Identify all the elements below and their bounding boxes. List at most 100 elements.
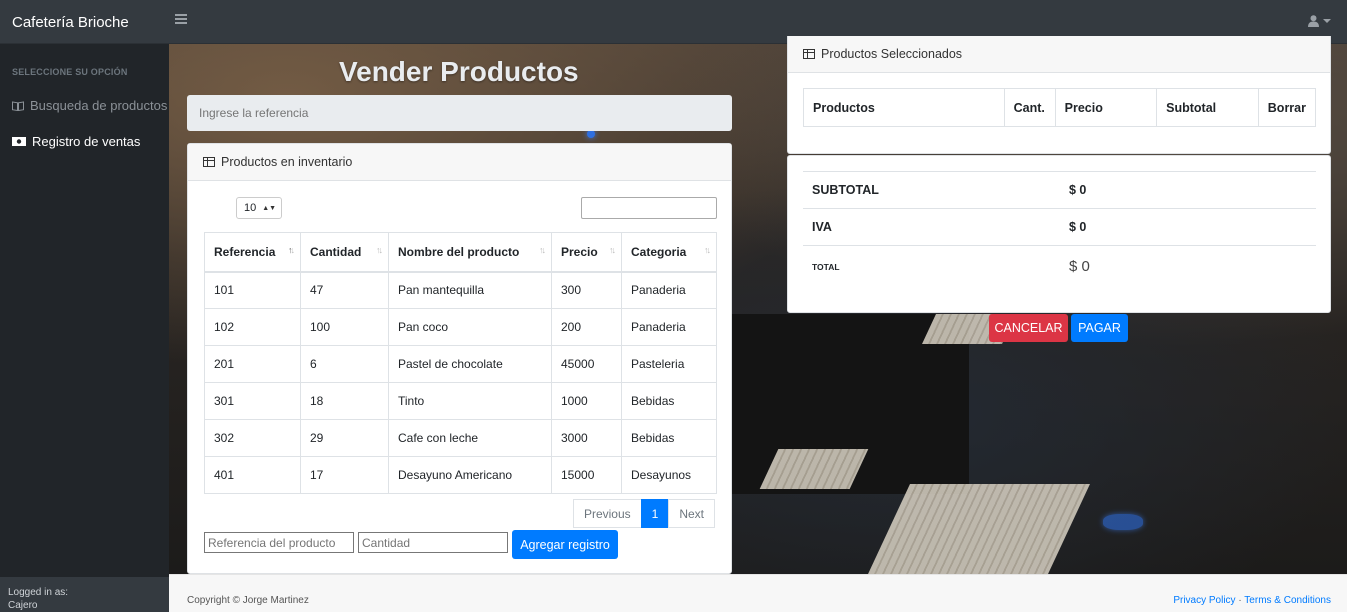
sort-icon: ↑↓ [704,245,711,255]
column-header-borrar: Borrar [1257,88,1317,127]
cell-nombre: Desayuno Americano [388,456,552,494]
logged-in-label: Logged in as: [8,587,69,598]
product-reference-input[interactable] [204,532,354,553]
subtotal-label: SUBTOTAL [812,183,879,197]
cell-referencia: 101 [204,271,301,309]
inventory-card-header: Productos en inventario [188,144,731,181]
cell-nombre: Pan coco [388,308,552,346]
background-menu-paper [868,484,1090,574]
cell-nombre: Tinto [388,382,552,420]
footer-links: Privacy Policy · Terms & Conditions [1173,595,1331,606]
cell-cantidad: 18 [300,382,389,420]
pay-button[interactable]: PAGAR [1071,314,1128,342]
table-row[interactable]: 101 47 Pan mantequilla 300 Panaderia [204,271,717,309]
cell-cantidad: 100 [300,308,389,346]
total-value: $ 0 [1069,258,1090,275]
sidebar-item-busqueda[interactable]: Busqueda de productos [12,98,167,113]
column-header-label: Referencia [214,244,276,259]
quantity-input[interactable] [358,532,508,553]
sort-icon: ↑↓ [376,245,383,255]
privacy-policy-link[interactable]: Privacy Policy [1173,595,1235,606]
iva-label: IVA [812,220,832,234]
column-header-cant: Cant. [1003,88,1056,127]
table-icon [803,49,815,59]
background-lamp-light [1103,514,1143,530]
table-row[interactable]: 201 6 Pastel de chocolate 45000 Pasteler… [204,345,717,383]
sort-icon: ↑↓ [288,245,295,255]
cell-precio: 3000 [551,419,622,457]
table-row[interactable]: 102 100 Pan coco 200 Panaderia [204,308,717,346]
sidebar-item-label: Registro de ventas [32,134,141,149]
column-header-precio[interactable]: Precio ↑↓ [551,232,622,273]
cell-precio: 15000 [551,456,622,494]
pagination: Previous 1 Next [572,499,715,528]
page-length-select[interactable]: 10 ▲▼ [236,197,282,219]
user-menu[interactable] [1308,15,1331,27]
pagination-previous[interactable]: Previous [572,499,642,528]
subtotal-row: SUBTOTAL $ 0 [803,171,1316,208]
page-title: Vender Productos [339,56,579,87]
cell-referencia: 102 [204,308,301,346]
inventory-card: Productos en inventario 10 ▲▼ Referencia… [187,143,732,574]
terms-link[interactable]: Terms & Conditions [1244,595,1331,606]
table-header-row: Productos Cant. Precio Subtotal Borrar [803,88,1317,127]
sidebar: SELECCIONE SU OPCIÓN Busqueda de product… [0,44,169,612]
cell-cantidad: 17 [300,456,389,494]
column-header-nombre[interactable]: Nombre del producto ↑↓ [388,232,552,273]
cell-cantidad: 29 [300,419,389,457]
cell-precio: 45000 [551,345,622,383]
selected-products-table: Productos Cant. Precio Subtotal Borrar [803,88,1317,127]
cell-nombre: Cafe con leche [388,419,552,457]
brand-title[interactable]: Cafetería Brioche [12,14,129,31]
cancel-button[interactable]: CANCELAR [989,314,1068,342]
total-row: TOTAL $ 0 [803,245,1316,287]
cell-referencia: 401 [204,456,301,494]
user-icon [1308,15,1319,27]
pagination-page-current[interactable]: 1 [640,499,670,528]
inventory-card-title: Productos en inventario [221,155,353,169]
cell-categoria: Bebidas [621,382,717,420]
money-bill-icon [12,137,26,146]
column-header-precio: Precio [1054,88,1158,127]
iva-value: $ 0 [1069,220,1087,234]
column-header-label: Categoria [631,244,687,259]
menu-toggle-icon[interactable] [175,14,187,26]
sidebar-item-registro[interactable]: Registro de ventas [12,134,140,149]
cell-cantidad: 47 [300,271,389,309]
sort-icon: ↑↓ [609,245,616,255]
footer-separator: · [1238,595,1242,606]
table-row[interactable]: 401 17 Desayuno Americano 15000 Desayuno… [204,456,717,494]
select-arrows-icon: ▲▼ [262,204,277,212]
column-header-subtotal: Subtotal [1156,88,1259,127]
table-filter-input[interactable] [581,197,717,219]
selected-products-header: Productos Seleccionados [788,36,1330,73]
background-menu-paper [759,449,869,489]
selected-products-title: Productos Seleccionados [821,47,963,61]
column-header-productos: Productos [803,88,1005,127]
column-header-label: Cantidad [310,244,362,259]
chevron-down-icon [1323,19,1331,23]
cell-precio: 200 [551,308,622,346]
cell-categoria: Desayunos [621,456,717,494]
cell-cantidad: 6 [300,345,389,383]
column-header-cantidad[interactable]: Cantidad ↑↓ [300,232,389,273]
pagination-next[interactable]: Next [668,499,715,528]
cell-referencia: 201 [204,345,301,383]
page-footer: Copyright © Jorge Martinez Privacy Polic… [169,574,1347,612]
column-header-referencia[interactable]: Referencia ↑↓ [204,232,301,273]
background-lamp-light [587,130,595,138]
cell-categoria: Bebidas [621,419,717,457]
add-record-button[interactable]: Agregar registro [512,530,618,559]
table-row[interactable]: 302 29 Cafe con leche 3000 Bebidas [204,419,717,457]
table-row[interactable]: 301 18 Tinto 1000 Bebidas [204,382,717,420]
selected-products-card: Productos Seleccionados Productos Cant. … [787,36,1331,154]
reference-search-input[interactable] [187,95,732,131]
sidebar-footer: Logged in as: Cajero [0,577,169,612]
cell-nombre: Pastel de chocolate [388,345,552,383]
column-header-categoria[interactable]: Categoria ↑↓ [621,232,717,273]
inventory-table: Referencia ↑↓ Cantidad ↑↓ Nombre del produ… [204,232,717,494]
column-header-label: Precio [561,244,598,259]
sidebar-item-label: Busqueda de productos [30,98,168,113]
cell-categoria: Panaderia [621,308,717,346]
cell-precio: 300 [551,271,622,309]
